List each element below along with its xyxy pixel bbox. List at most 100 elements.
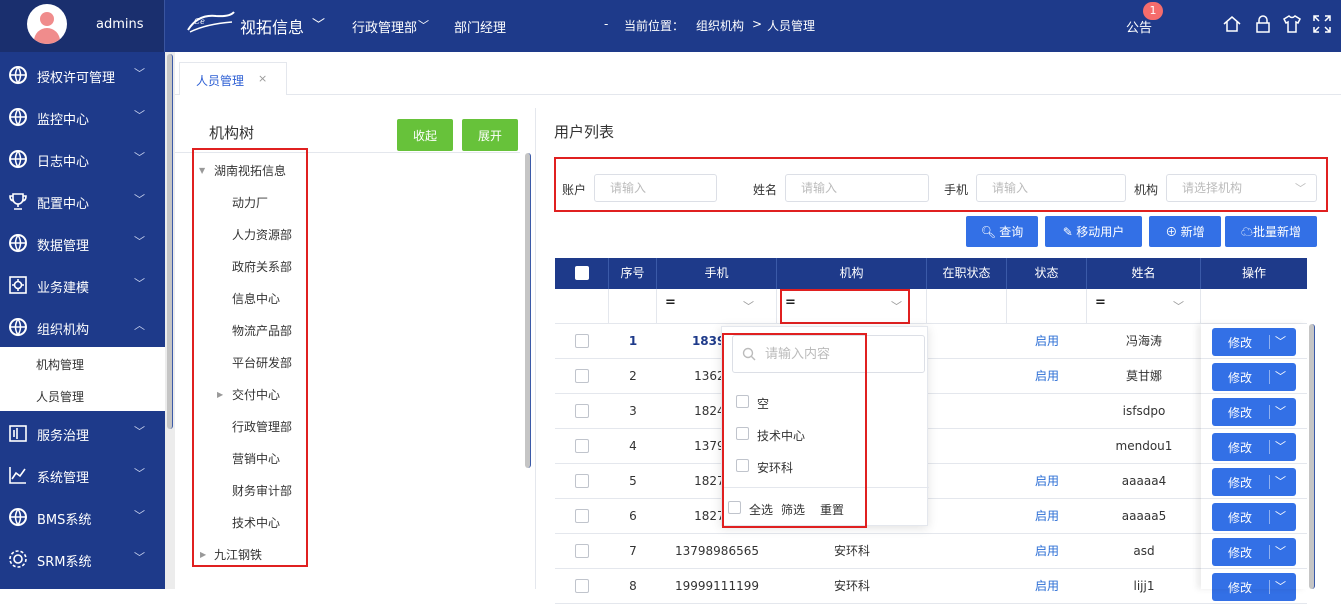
nav-role[interactable]: 部门经理 — [454, 17, 506, 36]
table-row[interactable]: 2 136202 启用 莫甘娜 修改 ﹀ — [555, 359, 1307, 394]
expand-button[interactable]: 展开 — [462, 119, 518, 151]
chevron-down-icon[interactable]: ﹀ — [312, 14, 325, 33]
move-user-button[interactable]: ✎ 移动用户 — [1045, 216, 1142, 247]
row-checkbox[interactable] — [575, 579, 589, 593]
nav-dept[interactable]: 行政管理部 — [352, 17, 417, 36]
filter-cell — [1007, 289, 1087, 324]
sidebar-subitem-user-manage[interactable]: 人员管理 — [0, 379, 165, 411]
row-index: 8 — [629, 579, 637, 593]
col-header: 操作 — [1241, 266, 1266, 280]
sidebar-item-label: 组织机构 — [37, 323, 90, 338]
tab-user-manage[interactable]: 人员管理 × — [179, 62, 287, 95]
select-all-cell — [555, 258, 609, 289]
chevron-down-icon[interactable]: ﹀ — [418, 17, 429, 33]
row-employment — [927, 499, 1007, 534]
col-header[interactable]: 状态 — [1007, 258, 1087, 289]
sidebar-scrollbar[interactable] — [165, 52, 175, 589]
tree-scrollbar[interactable] — [523, 153, 533, 589]
row-checkbox[interactable] — [575, 404, 589, 418]
sidebar-item-data[interactable]: 数据管理 ﹀ — [0, 222, 165, 264]
row-status[interactable]: 启用 — [1007, 499, 1087, 534]
fullscreen-icon[interactable] — [1312, 14, 1332, 34]
table-row[interactable]: 7 13798986565 安环科 启用 asd 修改 ﹀ — [555, 534, 1307, 569]
sidebar-item-service[interactable]: 服务治理 ﹀ — [0, 412, 165, 454]
avatar[interactable] — [27, 4, 67, 44]
sidebar-item-log[interactable]: 日志中心 ﹀ — [0, 138, 165, 180]
sidebar-item-srm[interactable]: SRM系统 ﹀ — [0, 538, 165, 580]
row-checkbox[interactable] — [575, 509, 589, 523]
table-scrollbar[interactable] — [1307, 324, 1317, 589]
user-block: admins — [0, 0, 165, 52]
plus-circle-icon: ⊕ — [1165, 225, 1181, 239]
close-icon[interactable]: × — [258, 72, 267, 85]
sidebar-item-system[interactable]: 系统管理 ﹀ — [0, 454, 165, 496]
chevron-down-icon: ﹀ — [134, 467, 145, 480]
globe-icon — [9, 150, 27, 169]
notice-link[interactable]: 公告 — [1126, 17, 1152, 36]
row-status[interactable]: 启用 — [1007, 464, 1087, 499]
row-employment — [927, 534, 1007, 569]
table-row[interactable]: 1 183977 启用 冯海涛 修改 ﹀ — [555, 324, 1307, 359]
col-header[interactable]: 手机 — [657, 258, 777, 289]
batch-add-button[interactable]: ☁批量新增 — [1225, 216, 1317, 247]
table-row[interactable]: 3 182469 isfsdpo 修改 ﹀ — [555, 394, 1307, 429]
row-checkbox-cell — [555, 324, 609, 359]
highlight-box-org-filter — [780, 289, 910, 324]
panel-separator — [535, 108, 536, 589]
row-status[interactable] — [1007, 394, 1087, 429]
chevron-down-icon: ﹀ — [743, 300, 754, 313]
collapse-button[interactable]: 收起 — [397, 119, 453, 151]
query-button[interactable]: 🔍︎ 查询 — [966, 216, 1038, 247]
sidebar-item-bms[interactable]: BMS系统 ﹀ — [0, 496, 165, 538]
row-status[interactable]: 启用 — [1007, 324, 1087, 359]
table-row[interactable]: 8 19999111199 安环科 启用 lijj1 修改 ﹀ — [555, 569, 1307, 604]
brand-name[interactable]: 视拓信息 — [240, 14, 304, 38]
shirt-icon[interactable] — [1282, 14, 1302, 34]
sidebar-item-config[interactable]: 配置中心 ﹀ — [0, 180, 165, 222]
filter-operator: = — [1095, 295, 1106, 310]
row-checkbox[interactable] — [575, 334, 589, 348]
row-name: aaaaa4 — [1121, 474, 1167, 488]
home-icon[interactable] — [1222, 14, 1242, 34]
table-row[interactable]: 4 137982 mendou1 修改 ﹀ — [555, 429, 1307, 464]
lock-icon[interactable] — [1253, 14, 1273, 34]
sidebar-subitem-org-manage[interactable]: 机构管理 — [0, 347, 165, 379]
brand-logo: Ce — [187, 11, 235, 33]
row-name: aaaaa5 — [1121, 509, 1167, 523]
phone-filter[interactable]: = ﹀ — [657, 289, 777, 324]
sidebar-item-monitor[interactable]: 监控中心 ﹀ — [0, 96, 165, 138]
filter-operator: = — [665, 295, 676, 310]
sidebar-item-org[interactable]: 组织机构 ︿ — [0, 306, 165, 348]
add-button[interactable]: ⊕ 新增 — [1149, 216, 1221, 247]
row-status[interactable]: 启用 — [1007, 534, 1087, 569]
name-filter[interactable]: = ﹀ — [1087, 289, 1201, 324]
row-checkbox[interactable] — [575, 369, 589, 383]
separator-mark: - — [604, 17, 609, 31]
row-checkbox[interactable] — [575, 544, 589, 558]
row-checkbox-cell — [555, 359, 609, 394]
row-status[interactable]: 启用 — [1007, 569, 1087, 604]
row-index: 7 — [629, 544, 637, 558]
breadcrumb-level1[interactable]: 组织机构 — [696, 17, 744, 34]
row-checkbox-cell — [555, 464, 609, 499]
highlight-box-popup — [722, 333, 867, 528]
select-all-checkbox[interactable] — [575, 266, 589, 280]
trophy-icon — [9, 193, 27, 210]
row-status[interactable] — [1007, 429, 1087, 464]
row-employment — [927, 324, 1007, 359]
sidebar-item-label: 授权许可管理 — [37, 71, 116, 86]
sidebar-item-modeling[interactable]: 业务建模 ﹀ — [0, 264, 165, 306]
col-header[interactable]: 姓名 — [1087, 258, 1201, 289]
sidebar-item-license[interactable]: 授权许可管理 ﹀ — [0, 54, 165, 96]
col-header[interactable]: 机构 — [777, 258, 927, 289]
row-org: 安环科 — [833, 544, 870, 558]
row-checkbox[interactable] — [575, 439, 589, 453]
table-row[interactable]: 5 182769 启用 aaaaa4 修改 ﹀ — [555, 464, 1307, 499]
chart-icon — [9, 467, 26, 484]
user-list-title: 用户列表 — [554, 123, 615, 141]
table-row[interactable]: 6 182769 启用 aaaaa5 修改 ﹀ — [555, 499, 1307, 534]
row-checkbox[interactable] — [575, 474, 589, 488]
row-status[interactable]: 启用 — [1007, 359, 1087, 394]
row-employment — [927, 394, 1007, 429]
col-header[interactable]: 在职状态 — [927, 258, 1007, 289]
